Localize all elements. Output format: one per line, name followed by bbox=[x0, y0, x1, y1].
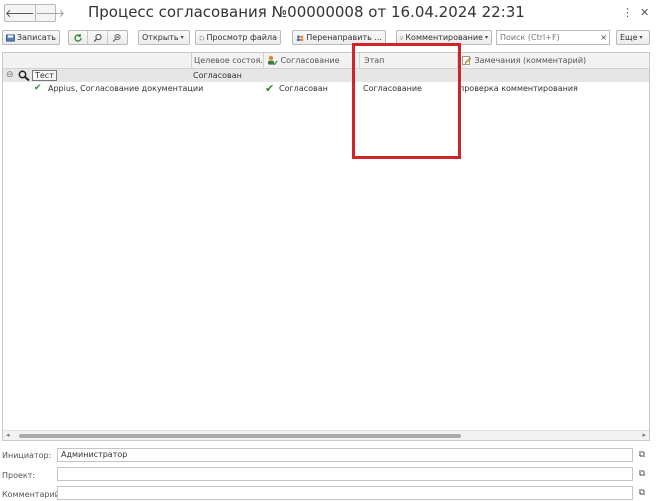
search-clear-icon[interactable]: × bbox=[598, 33, 609, 42]
save-button-label: Записать bbox=[16, 33, 56, 42]
column-header-participant[interactable] bbox=[3, 53, 191, 69]
save-button[interactable]: Записать bbox=[2, 30, 60, 45]
comment-field[interactable] bbox=[57, 486, 633, 500]
remarks-cell: проверка комментирования bbox=[459, 84, 578, 93]
project-field[interactable] bbox=[57, 467, 633, 481]
find-button[interactable] bbox=[88, 31, 108, 44]
back-button[interactable]: 🡐 bbox=[5, 5, 35, 21]
find-cancel-button[interactable] bbox=[108, 31, 127, 44]
open-button[interactable]: Открыть ▾ bbox=[138, 30, 190, 45]
open-initiator-icon[interactable]: ⧉ bbox=[636, 449, 648, 461]
close-icon[interactable]: ✕ bbox=[640, 6, 649, 19]
more-button-label: Еще bbox=[620, 33, 638, 42]
scroll-left-icon[interactable]: ◂ bbox=[6, 431, 10, 439]
redirect-label: Перенаправить ... bbox=[306, 33, 382, 42]
clear-search-icon bbox=[113, 33, 121, 42]
save-icon bbox=[6, 33, 15, 42]
initiator-field[interactable]: Администратор bbox=[57, 448, 633, 462]
search-field: × bbox=[496, 30, 610, 45]
approval-table: Целевое состоя... Согласование Этап Заме… bbox=[2, 52, 650, 441]
approval-cell: Согласован bbox=[279, 84, 328, 93]
forward-button[interactable]: 🡒 bbox=[34, 5, 65, 21]
view-file-button[interactable]: Просмотр файла bbox=[195, 30, 281, 45]
table-group-row[interactable]: ⊖ Тест Согласован bbox=[3, 69, 649, 82]
horizontal-scrollbar[interactable]: ◂ ▸ bbox=[3, 430, 649, 440]
open-button-label: Открыть bbox=[142, 33, 179, 42]
initiator-label: Инициатор: bbox=[2, 451, 52, 460]
chevron-down-icon: ▾ bbox=[484, 34, 488, 41]
more-button[interactable]: Еще ▾ bbox=[616, 30, 650, 45]
column-header-target-state[interactable]: Целевое состоя... bbox=[191, 53, 263, 69]
users-icon bbox=[296, 34, 304, 41]
refresh-icon bbox=[74, 33, 82, 42]
comment-label: Комментарий: bbox=[2, 490, 63, 499]
pencil-note-icon bbox=[400, 36, 404, 39]
group-target-state: Согласован bbox=[193, 71, 242, 80]
approver-icon bbox=[268, 55, 278, 66]
check-icon: ✔ bbox=[34, 83, 42, 93]
refresh-tools-group bbox=[68, 30, 128, 45]
refresh-button[interactable] bbox=[69, 31, 89, 44]
open-project-icon[interactable]: ⧉ bbox=[636, 468, 648, 480]
chevron-down-icon: ▾ bbox=[639, 34, 643, 41]
participant-cell: Appius, Согласование документации bbox=[48, 84, 204, 93]
group-name: Тест bbox=[32, 70, 57, 81]
column-header-remarks-label: Замечания (комментарий) bbox=[474, 56, 587, 65]
magnifier-icon bbox=[93, 33, 102, 42]
search-input[interactable] bbox=[497, 33, 599, 42]
comment-label: Комментирование bbox=[405, 33, 483, 42]
search-icon bbox=[18, 70, 30, 81]
window-title: Процесс согласования №00000008 от 16.04.… bbox=[88, 3, 525, 21]
table-header: Целевое состоя... Согласование Этап Заме… bbox=[3, 53, 649, 69]
column-header-remarks[interactable]: Замечания (комментарий) bbox=[457, 53, 651, 69]
column-header-approval-label: Согласование bbox=[280, 56, 340, 65]
view-file-label: Просмотр файла bbox=[206, 33, 277, 42]
project-label: Проект: bbox=[2, 471, 36, 480]
scrollbar-thumb[interactable] bbox=[19, 434, 461, 438]
column-header-approval[interactable]: Согласование bbox=[263, 53, 359, 69]
collapse-icon[interactable]: ⊖ bbox=[6, 70, 14, 80]
more-actions-icon[interactable]: ⋮ bbox=[622, 6, 633, 19]
scroll-right-icon[interactable]: ▸ bbox=[642, 431, 646, 439]
pencil-note-icon bbox=[462, 56, 472, 65]
file-icon bbox=[199, 35, 204, 40]
open-comment-icon[interactable]: ⧉ bbox=[636, 487, 648, 499]
table-row[interactable]: ✔ Appius, Согласование документации ✔ Со… bbox=[3, 82, 649, 96]
approval-check-icon: ✔ bbox=[265, 82, 275, 95]
navigation-buttons: 🡐 🡒 bbox=[4, 4, 65, 22]
highlight-annotation bbox=[352, 43, 461, 159]
chevron-down-icon: ▾ bbox=[180, 34, 184, 41]
